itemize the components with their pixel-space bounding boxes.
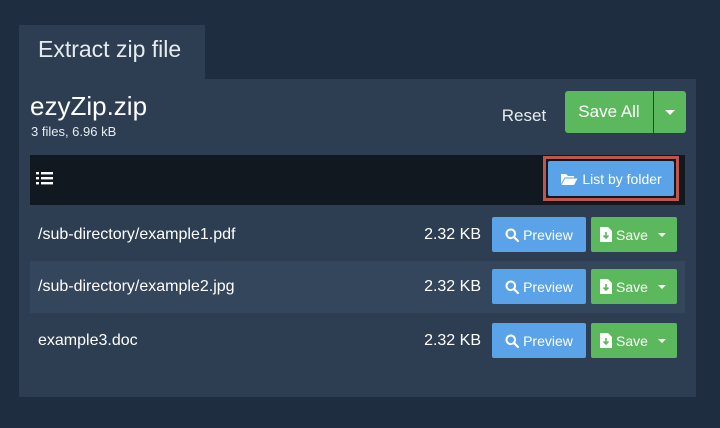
file-path: example3.doc [38,332,138,349]
save-all-group: Save All [565,91,686,133]
search-icon [505,334,520,348]
reset-button[interactable]: Reset [489,100,559,132]
preview-button[interactable]: Preview [492,269,586,304]
archive-panel: ezyZip.zip 3 files, 6.96 kB Reset Save A… [19,79,696,397]
preview-label: Preview [523,278,573,295]
list-by-folder-label: List by folder [582,170,662,187]
preview-button[interactable]: Preview [492,217,586,252]
save-button[interactable]: Save [591,323,677,358]
file-download-icon [600,227,612,242]
caret-down-icon[interactable] [657,232,666,237]
caret-down-icon[interactable] [657,338,666,343]
save-all-button[interactable]: Save All [565,91,653,133]
file-list-toolbar: List by folder [30,155,685,205]
file-row: /sub-directory/example1.pdf 2.32 KB Prev… [30,209,685,261]
folder-open-icon [561,173,578,185]
list-icon[interactable] [36,170,54,186]
file-size: 2.32 KB [424,278,481,295]
file-size: 2.32 KB [424,332,481,349]
extract-tab[interactable]: Extract zip file [19,25,205,79]
list-by-folder-button[interactable]: List by folder [548,161,674,196]
file-row: example3.doc 2.32 KB Preview Save [30,315,685,367]
preview-label: Preview [523,332,573,349]
file-download-icon [600,333,612,348]
extract-tab-label: Extract zip file [38,36,182,62]
file-row: /sub-directory/example2.jpg 2.32 KB Prev… [30,261,685,313]
save-label: Save [616,278,648,295]
save-button[interactable]: Save [591,217,677,252]
save-all-dropdown-toggle[interactable] [654,91,686,133]
caret-down-icon [665,109,675,115]
file-path: /sub-directory/example1.pdf [38,226,236,243]
preview-label: Preview [523,226,573,243]
save-label: Save [616,226,648,243]
save-label: Save [616,332,648,349]
caret-down-icon[interactable] [657,284,666,289]
save-button[interactable]: Save [591,269,677,304]
preview-button[interactable]: Preview [492,323,586,358]
file-size: 2.32 KB [424,226,481,243]
archive-info: 3 files, 6.96 kB [31,124,117,139]
file-path: /sub-directory/example2.jpg [38,278,235,295]
search-icon [505,280,520,294]
archive-name: ezyZip.zip [30,91,148,121]
file-download-icon [600,279,612,294]
search-icon [505,228,520,242]
